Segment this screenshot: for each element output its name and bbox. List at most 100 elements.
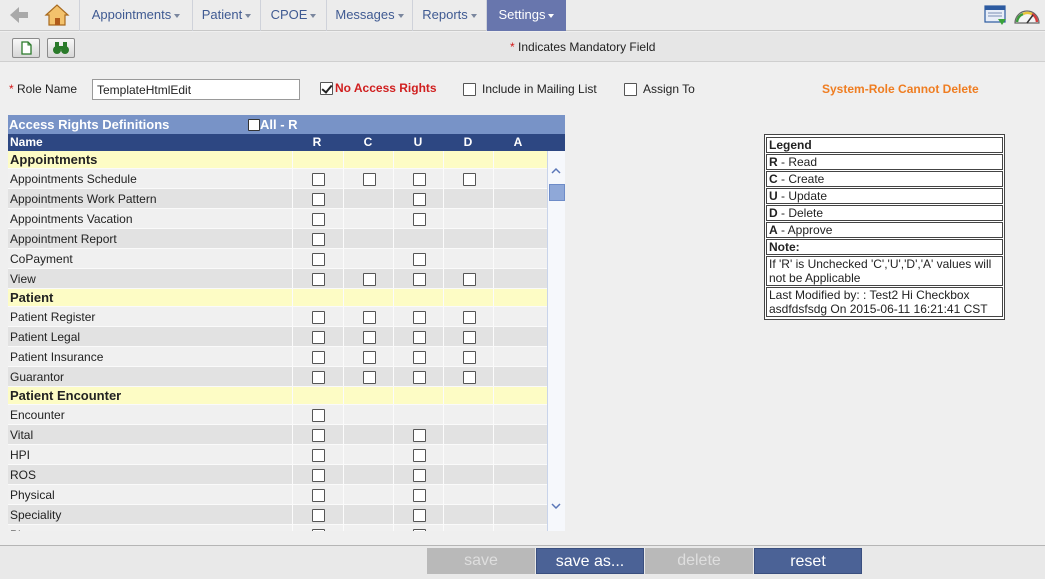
update-checkbox[interactable] — [413, 311, 426, 324]
home-icon[interactable] — [43, 3, 71, 27]
permission-cell-create — [343, 505, 393, 524]
permission-cell-approve — [493, 289, 543, 306]
read-checkbox[interactable] — [312, 311, 325, 324]
save-as-button[interactable]: save as... — [536, 548, 644, 574]
mailing-list-option[interactable]: Include in Mailing List — [463, 82, 597, 97]
update-checkbox[interactable] — [413, 429, 426, 442]
search-button[interactable] — [47, 38, 75, 58]
update-checkbox[interactable] — [413, 213, 426, 226]
read-checkbox[interactable] — [312, 193, 325, 206]
permission-cell-approve — [493, 387, 543, 404]
download-report-icon[interactable] — [984, 5, 1006, 25]
read-checkbox[interactable] — [312, 409, 325, 422]
read-checkbox[interactable] — [312, 449, 325, 462]
no-access-rights-option[interactable]: No Access Rights — [320, 81, 437, 96]
system-role-note: System-Role Cannot Delete — [822, 82, 979, 96]
update-checkbox[interactable] — [413, 351, 426, 364]
table-scrollbar[interactable] — [547, 151, 565, 531]
permission-cell-read — [292, 485, 342, 504]
permission-cell-approve — [493, 505, 543, 524]
no-access-rights-checkbox[interactable] — [320, 82, 333, 96]
update-checkbox[interactable] — [413, 331, 426, 344]
mailing-list-checkbox[interactable] — [463, 83, 476, 97]
all-read-checkbox[interactable] — [248, 118, 260, 131]
back-arrow-icon[interactable] — [8, 5, 30, 25]
table-row: Encounter — [8, 405, 547, 425]
create-checkbox[interactable] — [363, 273, 376, 286]
update-checkbox[interactable] — [413, 529, 426, 531]
update-checkbox[interactable] — [413, 173, 426, 186]
read-checkbox[interactable] — [312, 509, 325, 522]
create-checkbox[interactable] — [363, 173, 376, 186]
update-checkbox[interactable] — [413, 273, 426, 286]
scrollbar-thumb[interactable] — [549, 184, 565, 201]
section-row: Appointments — [8, 151, 547, 169]
read-checkbox[interactable] — [312, 489, 325, 502]
permission-cell-read — [292, 189, 342, 208]
update-checkbox[interactable] — [413, 489, 426, 502]
access-rights-header: Access Rights Definitions All - R — [8, 115, 565, 134]
assign-to-checkbox[interactable] — [624, 83, 637, 97]
permission-cell-approve — [493, 209, 543, 228]
permission-cell-delete — [443, 249, 493, 268]
update-checkbox[interactable] — [413, 193, 426, 206]
save-button[interactable]: save — [427, 548, 535, 574]
role-name-input[interactable] — [92, 79, 300, 100]
chevron-down-icon[interactable] — [551, 501, 561, 511]
new-document-button[interactable] — [12, 38, 40, 58]
update-checkbox[interactable] — [413, 449, 426, 462]
reset-button[interactable]: reset — [754, 548, 862, 574]
delete-button[interactable]: delete — [645, 548, 753, 574]
read-checkbox[interactable] — [312, 213, 325, 226]
update-checkbox[interactable] — [413, 469, 426, 482]
read-checkbox[interactable] — [312, 331, 325, 344]
read-checkbox[interactable] — [312, 429, 325, 442]
permission-cell-read — [292, 307, 342, 326]
permission-cell-approve — [493, 229, 543, 248]
update-checkbox[interactable] — [413, 509, 426, 522]
top-navigation-bar: Appointments Patient CPOE Messages Repor… — [0, 0, 1045, 31]
read-checkbox[interactable] — [312, 253, 325, 266]
tab-cpoe[interactable]: CPOE — [260, 0, 326, 31]
section-label: Patient — [10, 290, 54, 305]
delete-checkbox[interactable] — [463, 273, 476, 286]
permission-cell-update — [393, 445, 443, 464]
permission-cell-approve — [493, 425, 543, 444]
read-checkbox[interactable] — [312, 529, 325, 531]
permission-cell-update — [393, 405, 443, 424]
create-checkbox[interactable] — [363, 371, 376, 384]
read-checkbox[interactable] — [312, 469, 325, 482]
read-checkbox[interactable] — [312, 371, 325, 384]
permission-cell-delete — [443, 387, 493, 404]
all-read-option[interactable]: All - R — [248, 115, 298, 134]
mailing-list-label: Include in Mailing List — [482, 82, 597, 96]
create-checkbox[interactable] — [363, 351, 376, 364]
tab-messages[interactable]: Messages — [326, 0, 412, 31]
assign-to-option[interactable]: Assign To — [624, 82, 695, 97]
delete-checkbox[interactable] — [463, 331, 476, 344]
tab-appointments[interactable]: Appointments — [79, 0, 192, 31]
dashboard-gauge-icon[interactable] — [1014, 10, 1040, 24]
permission-cell-update — [393, 209, 443, 228]
update-checkbox[interactable] — [413, 371, 426, 384]
tab-patient[interactable]: Patient — [192, 0, 260, 31]
create-checkbox[interactable] — [363, 331, 376, 344]
update-checkbox[interactable] — [413, 253, 426, 266]
delete-checkbox[interactable] — [463, 173, 476, 186]
permission-cell-create — [343, 445, 393, 464]
read-checkbox[interactable] — [312, 233, 325, 246]
table-row: Guarantor — [8, 367, 547, 387]
chevron-down-icon — [245, 13, 252, 18]
delete-checkbox[interactable] — [463, 371, 476, 384]
table-row: HPI — [8, 445, 547, 465]
delete-checkbox[interactable] — [463, 351, 476, 364]
create-checkbox[interactable] — [363, 311, 376, 324]
read-checkbox[interactable] — [312, 173, 325, 186]
read-checkbox[interactable] — [312, 273, 325, 286]
delete-checkbox[interactable] — [463, 311, 476, 324]
tab-reports[interactable]: Reports — [412, 0, 486, 31]
chevron-up-icon[interactable] — [551, 166, 561, 176]
tab-settings[interactable]: Settings — [486, 0, 566, 31]
permission-cell-delete — [443, 189, 493, 208]
read-checkbox[interactable] — [312, 351, 325, 364]
